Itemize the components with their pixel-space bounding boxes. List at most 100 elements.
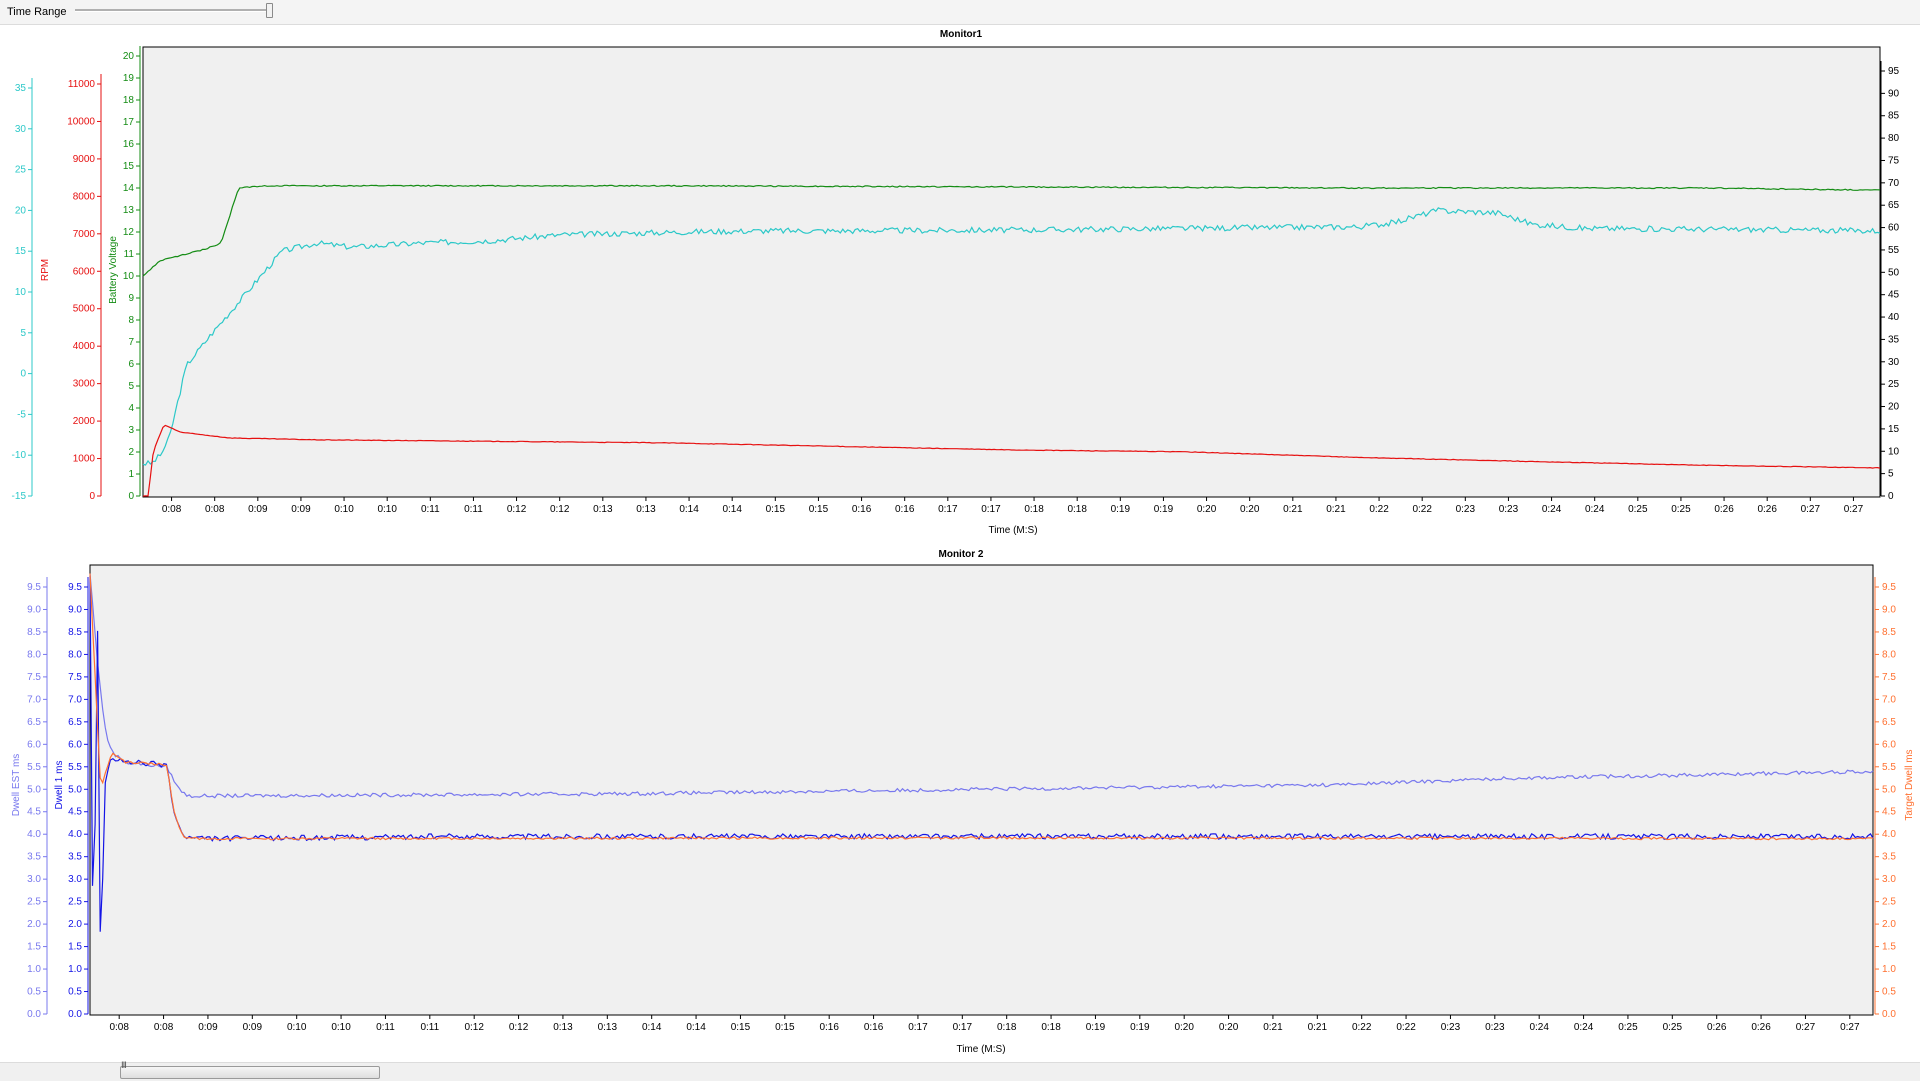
monitor2-axis-target-tick-label: 2.0 (1882, 919, 1896, 930)
monitor1-axis-rpm-tick-label: 6000 (73, 266, 96, 277)
monitor1-axis-voltage-tick-label: 6 (128, 359, 134, 370)
monitor2-x-axis-tick-label: 0:18 (1041, 1022, 1061, 1033)
monitor2-axis-est-tick-label: 7.5 (27, 672, 41, 683)
monitor2-axis-target-tick-label: 1.5 (1882, 942, 1896, 953)
monitor2-x-axis-tick-label: 0:25 (1618, 1022, 1638, 1033)
monitor1-axis-right-tick-label: 55 (1888, 245, 1900, 256)
monitor2-axis-dwell1-tick-label: 5.5 (68, 762, 82, 773)
monitor2-x-axis-tick-label: 0:20 (1174, 1022, 1194, 1033)
monitor1-x-axis-tick-label: 0:21 (1326, 504, 1346, 515)
monitor1-axis-cyan-tick-label: 5 (20, 328, 26, 339)
monitor2-x-axis-tick-label: 0:27 (1840, 1022, 1860, 1033)
monitor2-axis-est-tick-label: 8.5 (27, 627, 41, 638)
monitor2-axis-target-tick-label: 3.0 (1882, 874, 1896, 885)
monitor1-axis-right-tick-label: 75 (1888, 155, 1900, 166)
monitor1-axis-cyan-tick-label: 20 (15, 205, 27, 216)
monitor2-x-axis-tick-label: 0:12 (464, 1022, 484, 1033)
chart-canvas: Monitor1-15-10-5051015202530350100020003… (11, 29, 1915, 1055)
monitor2-axis-dwell1-tick-label: 8.0 (68, 649, 82, 660)
monitor2-x-axis-tick-label: 0:14 (642, 1022, 662, 1033)
monitor1-x-axis-tick-label: 0:09 (248, 504, 268, 515)
monitor2-axis-target-tick-label: 9.0 (1882, 604, 1896, 615)
monitor2-x-axis-tick-label: 0:19 (1130, 1022, 1150, 1033)
monitor2-axis-est-label: Dwell EST ms (11, 754, 22, 817)
monitor1-title: Monitor1 (940, 29, 983, 40)
monitor1-axis-cyan-tick-label: 10 (15, 287, 27, 298)
monitor1-axis-rpm-tick-label: 5000 (73, 304, 96, 315)
monitor1-x-axis-tick-label: 0:25 (1671, 504, 1691, 515)
monitor1-x-axis-tick-label: 0:27 (1844, 504, 1864, 515)
monitor1-x-axis-tick-label: 0:09 (291, 504, 311, 515)
monitor1-x-axis-tick-label: 0:10 (334, 504, 354, 515)
monitor2-x-axis-tick-label: 0:20 (1219, 1022, 1239, 1033)
monitor1-plot-area (142, 46, 1881, 498)
monitor2-axis-est-tick-label: 0.5 (27, 987, 41, 998)
monitor2-axis-est-tick-label: 2.5 (27, 897, 41, 908)
monitor1-axis-voltage-tick-label: 15 (123, 161, 135, 172)
monitor2-x-axis-tick-label: 0:21 (1263, 1022, 1283, 1033)
monitor1-axis-right-tick-label: 80 (1888, 133, 1900, 144)
monitor2-x-axis-tick-label: 0:10 (331, 1022, 351, 1033)
monitor2-x-axis-tick-label: 0:09 (198, 1022, 218, 1033)
monitor1-x-axis-tick-label: 0:15 (766, 504, 786, 515)
monitor1-x-axis-tick-label: 0:24 (1585, 504, 1605, 515)
horizontal-scrollbar-thumb[interactable] (120, 1066, 380, 1079)
monitor2-axis-est-tick-label: 1.0 (27, 964, 41, 975)
monitor1-x-axis-tick-label: 0:23 (1456, 504, 1476, 515)
monitor2-axis-dwell1-label: Dwell 1 ms (54, 761, 65, 810)
monitor2-x-axis-tick-label: 0:17 (953, 1022, 973, 1033)
scrollbar-grip-icon: III (121, 1061, 127, 1071)
horizontal-scrollbar[interactable]: III (0, 1061, 1920, 1081)
monitor2-x-axis-label: Time (M:S) (956, 1044, 1005, 1055)
monitor2-x-axis-tick-label: 0:10 (287, 1022, 307, 1033)
monitor2-x-axis-tick-label: 0:14 (686, 1022, 706, 1033)
monitor2-axis-est-tick-label: 1.5 (27, 942, 41, 953)
monitor2-x-axis-tick-label: 0:13 (553, 1022, 573, 1033)
monitor2-x-axis-tick-label: 0:13 (598, 1022, 618, 1033)
monitor1-x-axis-tick-label: 0:20 (1197, 504, 1217, 515)
monitor2-axis-dwell1-tick-label: 6.5 (68, 717, 82, 728)
monitor1-axis-right-tick-label: 45 (1888, 290, 1900, 301)
monitor2-x-axis-tick-label: 0:17 (908, 1022, 928, 1033)
monitor1-axis-voltage-tick-label: 19 (123, 73, 135, 84)
monitor1-axis-cyan-tick-label: -5 (17, 409, 26, 420)
monitor1-axis-cyan-tick-label: 0 (20, 369, 26, 380)
monitor1-axis-right-tick-label: 85 (1888, 111, 1900, 122)
monitor2-axis-dwell1-tick-label: 7.5 (68, 672, 82, 683)
monitor1-axis-right-tick-label: 10 (1888, 446, 1900, 457)
monitor1-x-axis-tick-label: 0:24 (1542, 504, 1562, 515)
monitor2-axis-target-tick-label: 4.5 (1882, 807, 1896, 818)
monitor2-axis-dwell1-tick-label: 9.5 (68, 582, 82, 593)
monitor1-axis-voltage-tick-label: 8 (128, 315, 134, 326)
monitor1-axis-right-tick-label: 0 (1888, 491, 1894, 502)
monitor2-axis-target-label: Target Dwell ms (1904, 749, 1915, 820)
monitor1-axis-voltage-tick-label: 5 (128, 381, 134, 392)
monitor2-axis-est-tick-label: 7.0 (27, 694, 41, 705)
monitor2-axis-est-tick-label: 9.5 (27, 582, 41, 593)
monitor2-x-axis-tick-label: 0:09 (243, 1022, 263, 1033)
monitor1-axis-rpm-tick-label: 0 (89, 491, 95, 502)
monitor1-axis-cyan-tick-label: 35 (15, 83, 27, 94)
monitor2-x-axis-tick-label: 0:12 (509, 1022, 529, 1033)
monitor2-axis-target-tick-label: 7.0 (1882, 694, 1896, 705)
monitor2-axis-dwell1-tick-label: 6.0 (68, 739, 82, 750)
monitor1-axis-rpm-tick-label: 11000 (68, 79, 96, 90)
monitor2-axis-target-tick-label: 2.5 (1882, 897, 1896, 908)
monitor2-axis-dwell1-tick-label: 0.5 (68, 987, 82, 998)
monitor1-x-axis-tick-label: 0:12 (550, 504, 570, 515)
monitor2-x-axis-tick-label: 0:24 (1574, 1022, 1594, 1033)
monitor2-x-axis-tick-label: 0:23 (1441, 1022, 1461, 1033)
monitor1-axis-voltage-tick-label: 10 (123, 271, 135, 282)
monitor1-axis-voltage-tick-label: 0 (128, 491, 134, 502)
monitor1-x-axis-tick-label: 0:14 (679, 504, 699, 515)
monitor1-axis-right-tick-label: 15 (1888, 424, 1900, 435)
monitor1-axis-right-tick-label: 5 (1888, 469, 1894, 480)
monitor2-axis-dwell1-tick-label: 1.0 (68, 964, 82, 975)
monitor1-axis-right-tick-label: 25 (1888, 379, 1900, 390)
monitor2-axis-dwell1-tick-label: 3.0 (68, 874, 82, 885)
monitor1-x-axis-tick-label: 0:22 (1369, 504, 1389, 515)
monitor1-axis-right-tick-label: 60 (1888, 223, 1900, 234)
monitor2-axis-est-tick-label: 5.5 (27, 762, 41, 773)
monitor2-axis-target-tick-label: 6.5 (1882, 717, 1896, 728)
monitor1-x-axis-tick-label: 0:16 (852, 504, 872, 515)
